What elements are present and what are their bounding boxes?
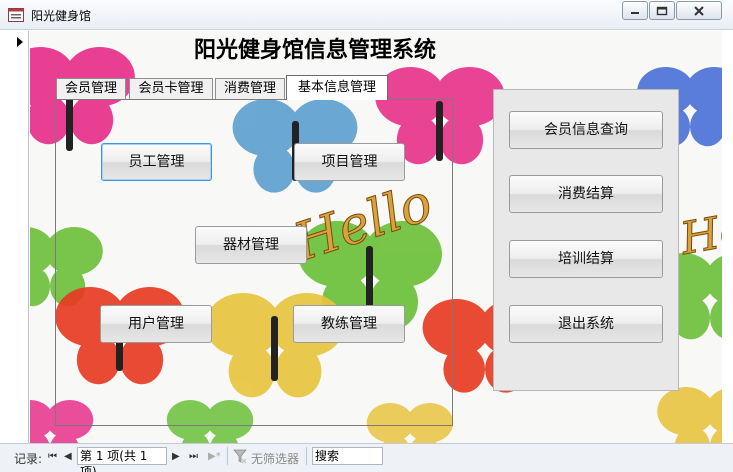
- record-label: 记录:: [14, 452, 43, 466]
- project-management-button[interactable]: 项目管理: [294, 143, 405, 181]
- search-input[interactable]: 搜索: [312, 447, 383, 465]
- close-button[interactable]: [676, 1, 722, 20]
- last-record-icon[interactable]: ⏭: [189, 450, 198, 464]
- tab-member-card-management[interactable]: 会员卡管理: [129, 78, 213, 99]
- first-record-icon[interactable]: ⏮: [48, 450, 57, 464]
- close-icon: [694, 5, 704, 16]
- nav-separator: [306, 447, 307, 465]
- form-app-icon: [8, 8, 24, 22]
- maximize-button[interactable]: [649, 1, 675, 20]
- minimize-icon: [631, 11, 639, 14]
- tab-consumption-management[interactable]: 消费管理: [215, 78, 285, 99]
- title-bar: 阳光健身馆: [0, 0, 733, 30]
- minimize-button[interactable]: [622, 1, 648, 20]
- training-settlement-button[interactable]: 培训结算: [509, 240, 663, 278]
- previous-record-icon[interactable]: ◀: [64, 450, 72, 464]
- current-record-arrow-icon: [17, 37, 23, 47]
- consumption-settlement-button[interactable]: 消费结算: [509, 175, 663, 213]
- no-filter-label[interactable]: 无筛选器: [251, 450, 299, 467]
- record-selector[interactable]: [0, 31, 29, 443]
- user-management-button[interactable]: 用户管理: [100, 305, 212, 343]
- new-record-icon[interactable]: ▶*: [208, 450, 221, 464]
- exit-system-button[interactable]: 退出系统: [509, 305, 663, 343]
- window-title: 阳光健身馆: [31, 9, 92, 23]
- next-record-icon[interactable]: ▶: [172, 450, 180, 464]
- member-info-query-button[interactable]: 会员信息查询: [509, 111, 663, 149]
- record-position-field[interactable]: 第 1 项(共 1 项): [77, 447, 167, 472]
- staff-management-button[interactable]: 员工管理: [101, 143, 212, 181]
- restore-icon: [656, 6, 668, 15]
- tab-member-management[interactable]: 会员管理: [56, 78, 126, 99]
- nav-separator: [227, 447, 228, 465]
- filter-icon[interactable]: [233, 448, 247, 464]
- coach-management-button[interactable]: 教练管理: [293, 305, 405, 343]
- tab-basic-info-management[interactable]: 基本信息管理: [286, 75, 388, 100]
- record-navigation-bar: 记录: ⏮ ◀ 第 1 项(共 1 项) ▶ ⏭ ▶* 无筛选器 搜索: [0, 443, 733, 472]
- equipment-management-button[interactable]: 器材管理: [195, 226, 307, 264]
- form-title: 阳光健身馆信息管理系统: [193, 37, 436, 63]
